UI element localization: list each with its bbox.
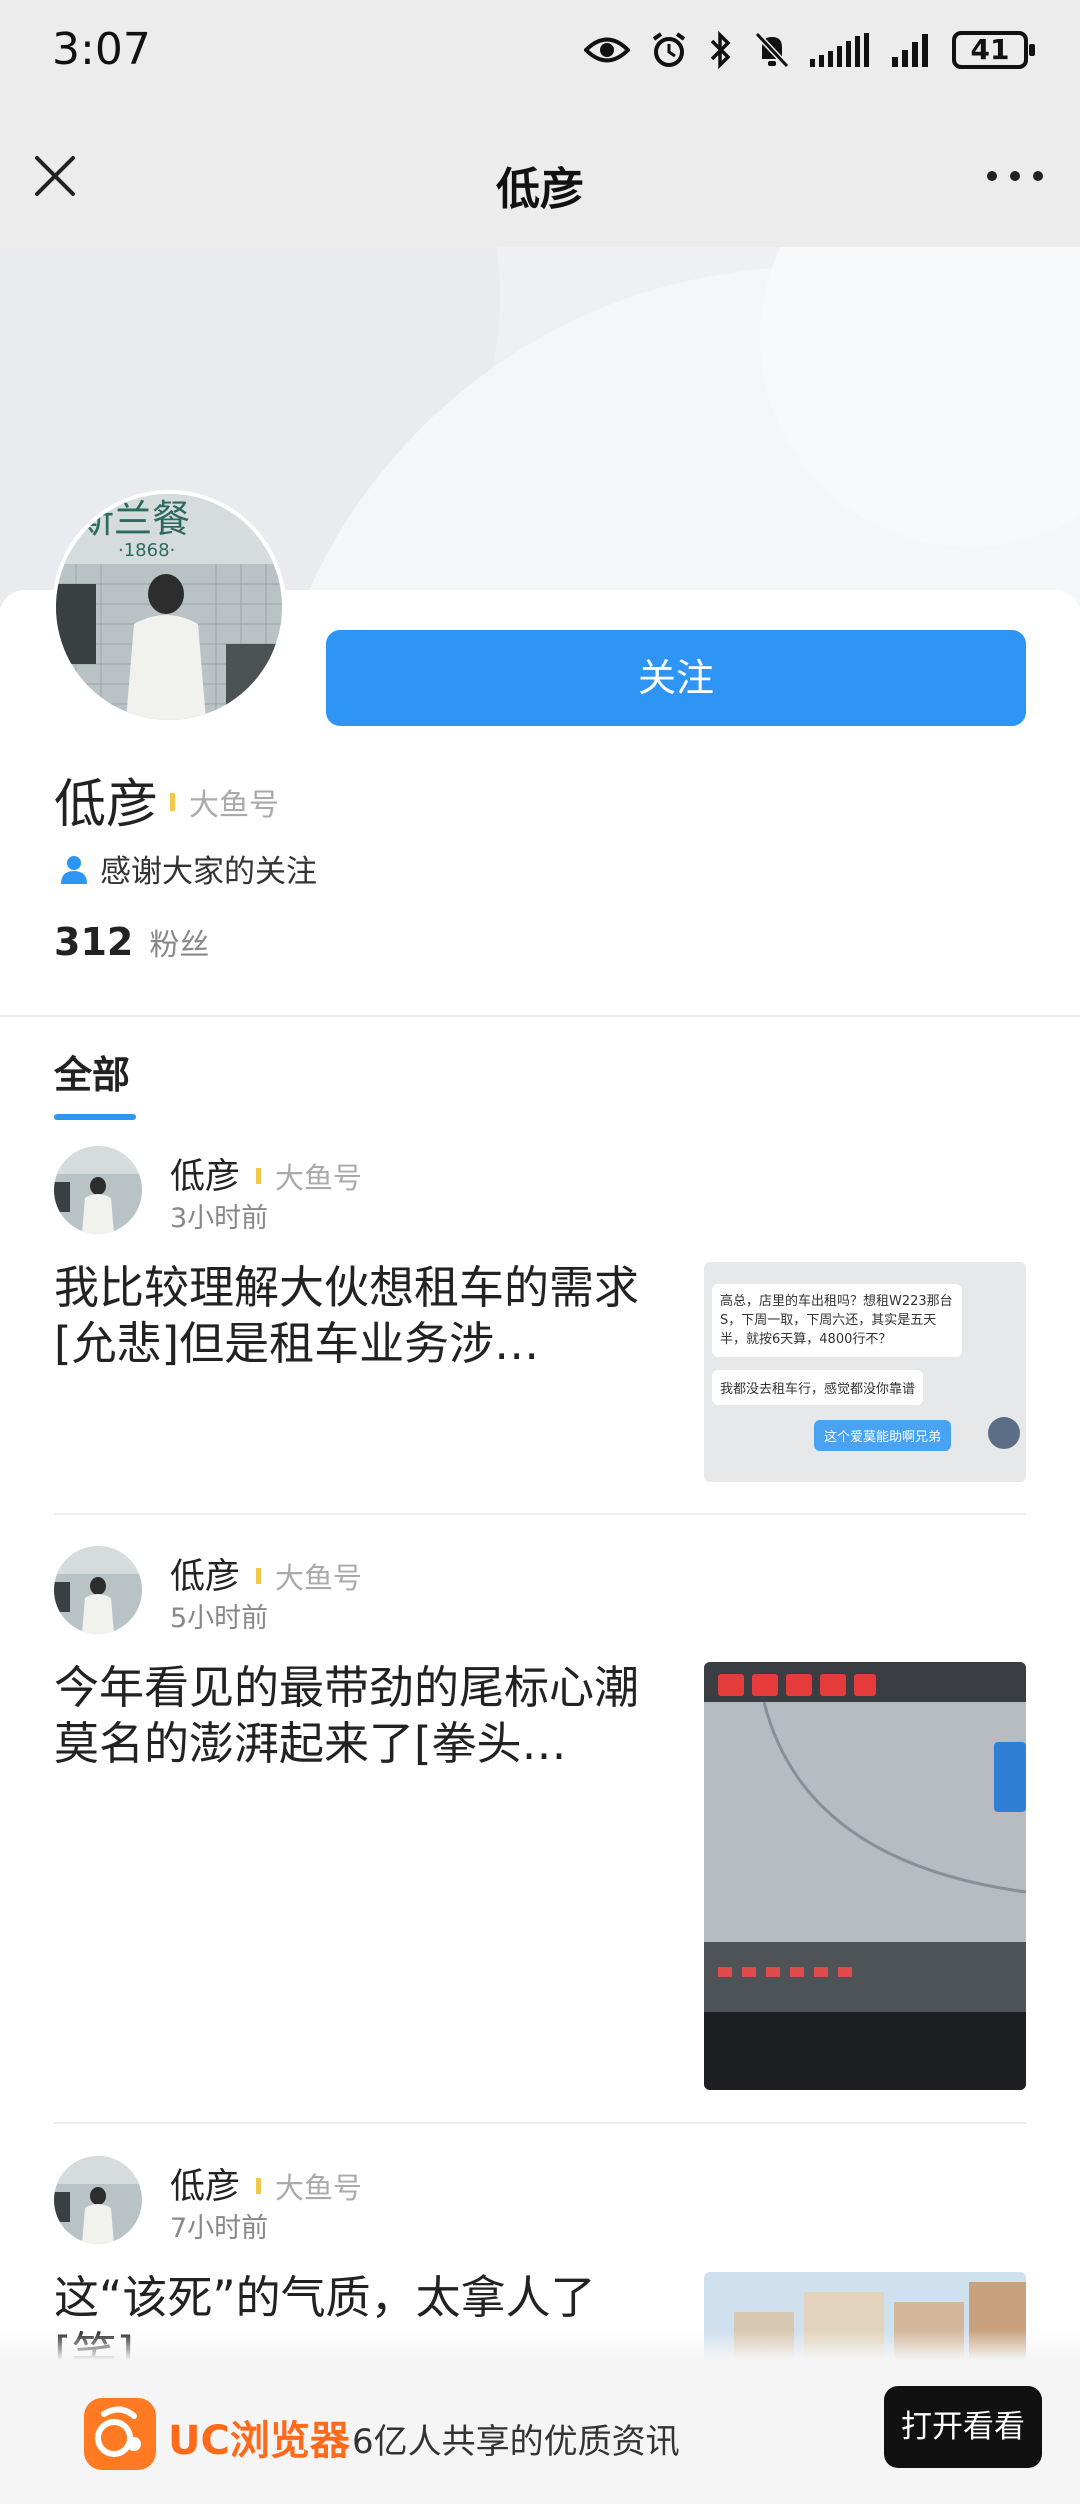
thumb-bubble: 这个爱莫能助啊兄弟 [814, 1420, 952, 1451]
tag-marker [170, 793, 175, 811]
feed-item[interactable]: 低彦 大鱼号 3小时前 我比较理解大伙想租车的需求[允悲]但是租车业务涉… 高总… [0, 1140, 1080, 1520]
post-author: 低彦 [170, 1557, 241, 1597]
thumb-bubble: 我都没去租车行，感觉都没你靠谱 [712, 1370, 924, 1405]
brand-name: UC浏览器 [168, 2418, 350, 2464]
fans-number: 312 [54, 920, 134, 964]
thumb-bubble: 高总，店里的车出租吗？想租W223那台S，下周一取，下周六还，其实是五天半，就按… [712, 1284, 962, 1357]
post-time: 7小时前 [170, 2213, 269, 2244]
brand-slogan: 6亿人共享的优质资讯 [352, 2422, 680, 2462]
avatar-image: 斯兰餐 ·1868· [56, 494, 282, 720]
post-avatar[interactable] [54, 1546, 142, 1634]
post-author: 低彦 [170, 2167, 241, 2207]
post-tag: 大鱼号 [256, 2165, 362, 2207]
feed-divider [54, 2122, 1026, 2124]
post-tag-label: 大鱼号 [275, 1161, 363, 1195]
bio-text: 感谢大家的关注 [100, 854, 317, 890]
battery-level: 41 [970, 33, 1010, 66]
more-icon[interactable] [980, 161, 1050, 191]
follow-button[interactable]: 关注 [326, 630, 1026, 726]
post-tag-label: 大鱼号 [275, 1561, 363, 1595]
battery-icon: 41 [952, 31, 1035, 69]
avatar[interactable]: 斯兰餐 ·1868· [52, 490, 286, 724]
post-tag: 大鱼号 [256, 1155, 362, 1197]
post-title[interactable]: 我比较理解大伙想租车的需求[允悲]但是租车业务涉… [54, 1260, 674, 1372]
post-time: 3小时前 [170, 1203, 269, 1234]
post-thumbnail[interactable]: 高总，店里的车出租吗？想租W223那台S，下周一取，下周六还，其实是五天半，就按… [704, 1262, 1026, 1482]
user-icon [61, 855, 87, 884]
profile-tag: 大鱼号 [170, 780, 279, 824]
feed-item[interactable]: 低彦 大鱼号 7小时前 这“该死”的气质，太拿人了[笑] [0, 2150, 1080, 2360]
tag-marker [256, 2178, 261, 2194]
tab-all[interactable]: 全部 [54, 1044, 130, 1099]
page-title: 低彦 [496, 164, 584, 215]
post-author: 低彦 [170, 1157, 241, 1197]
post-tag: 大鱼号 [256, 1555, 362, 1597]
open-app-button[interactable]: 打开看看 [884, 2386, 1042, 2468]
status-bar: 3:07 41 [0, 0, 1080, 105]
svg-text:·1868·: ·1868· [118, 540, 175, 561]
uc-logo [84, 2398, 156, 2470]
tag-marker [256, 1168, 261, 1184]
status-icons: 41 [584, 26, 1035, 74]
app-promo-banner[interactable]: UC浏览器 6亿人共享的优质资讯 打开看看 [0, 2360, 1080, 2504]
bottom-fade [0, 2330, 1080, 2360]
status-time: 3:07 [52, 24, 151, 75]
profile-name: 低彦 [54, 775, 159, 835]
feed-item[interactable]: 低彦 大鱼号 5小时前 今年看见的最带劲的尾标心潮莫名的澎湃起来了[拳头… [0, 1540, 1080, 2110]
feed-divider [54, 1513, 1026, 1515]
profile-bio: 感谢大家的关注 [60, 846, 317, 891]
section-divider [0, 1015, 1080, 1017]
post-title[interactable]: 今年看见的最带劲的尾标心潮莫名的澎湃起来了[拳头… [54, 1660, 674, 1772]
tag-marker [256, 1568, 261, 1584]
nav-bar: 低彦 [0, 105, 1080, 247]
signal-icon [810, 33, 869, 67]
profile-tag-label: 大鱼号 [189, 788, 279, 823]
post-time: 5小时前 [170, 1603, 269, 1634]
eye-icon [584, 37, 630, 63]
tab-active-indicator [54, 1114, 136, 1120]
post-avatar[interactable] [54, 1146, 142, 1234]
thumb-avatar [988, 1417, 1020, 1449]
fans-count[interactable]: 312 粉丝 [54, 920, 209, 964]
post-tag-label: 大鱼号 [275, 2171, 363, 2205]
bluetooth-icon [710, 31, 731, 69]
post-thumbnail[interactable] [704, 1662, 1026, 2090]
post-avatar[interactable] [54, 2156, 142, 2244]
mute-icon [754, 31, 790, 69]
signal-icon [892, 34, 928, 67]
alarm-icon [652, 32, 686, 67]
fans-label: 粉丝 [149, 928, 210, 963]
